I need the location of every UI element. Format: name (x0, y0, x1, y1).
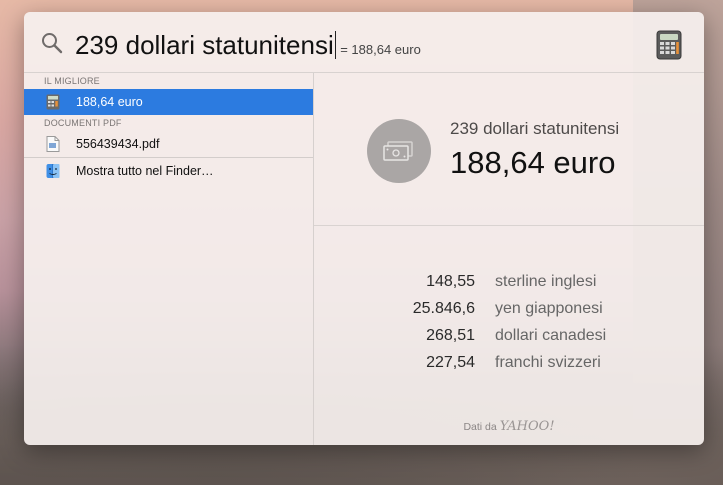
attribution-label: Dati da (463, 421, 497, 433)
conversion-row: 148,55 sterline inglesi (314, 273, 704, 300)
search-icon (42, 33, 63, 54)
conversion-row: 25.846,6 yen giapponesi (314, 300, 704, 327)
result-item-label: 556439434.pdf (76, 137, 160, 151)
currency-bills-icon (367, 119, 431, 183)
result-item-label: 188,64 euro (76, 95, 143, 109)
conversion-row: 227,54 franchi svizzeri (314, 354, 704, 381)
result-item-pdf[interactable]: 556439434.pdf (24, 131, 313, 157)
data-source-attribution: Dati da YAHOO! (314, 419, 704, 434)
search-query: 239 dollari statunitensi (75, 30, 334, 60)
conversion-amount: 148,55 (426, 273, 475, 290)
conversion-currency: yen giapponesi (495, 300, 603, 317)
conversion-row: 268,51 dollari canadesi (314, 327, 704, 354)
conversion-list: 148,55 sterline inglesi 25.846,6 yen gia… (314, 273, 704, 381)
conversion-amount: 227,54 (426, 354, 475, 371)
conversion-currency: dollari canadesi (495, 327, 607, 344)
text-caret (334, 31, 337, 59)
result-item-conversion[interactable]: 188,64 euro (24, 89, 313, 115)
finder-icon (46, 164, 60, 178)
show-all-in-finder[interactable]: Mostra tutto nel Finder… (24, 158, 313, 184)
section-header-top-hit: IL MIGLIORE (44, 76, 100, 86)
preview-divider (314, 225, 704, 226)
yahoo-logo[interactable]: YAHOO! (500, 419, 555, 434)
conversion-currency: sterline inglesi (495, 273, 597, 290)
preview-converted-value: 188,64 euro (450, 145, 616, 180)
preview-source-amount: 239 dollari statunitensi (450, 119, 620, 138)
calculator-app-icon (656, 30, 682, 60)
preview-pane: 239 dollari statunitensi 188,64 euro 148… (314, 73, 704, 445)
spotlight-window: 239 dollari statunitensi = 188,64 euro IL… (24, 12, 704, 445)
conversion-amount: 25.846,6 (412, 300, 475, 317)
conversion-currency: franchi svizzeri (495, 354, 601, 371)
pdf-file-icon (46, 136, 60, 152)
conversion-amount: 268,51 (426, 327, 475, 344)
search-bar: 239 dollari statunitensi = 188,64 euro (24, 12, 704, 73)
finder-item-label: Mostra tutto nel Finder… (76, 164, 214, 178)
search-inline-result: = 188,64 euro (340, 42, 421, 57)
search-input[interactable]: 239 dollari statunitensi = 188,64 euro (75, 26, 421, 61)
results-list: IL MIGLIORE 188,64 euro DOCUMENTI PDF 55… (24, 73, 314, 445)
section-header-pdf: DOCUMENTI PDF (44, 118, 122, 128)
calculator-icon (46, 94, 60, 110)
